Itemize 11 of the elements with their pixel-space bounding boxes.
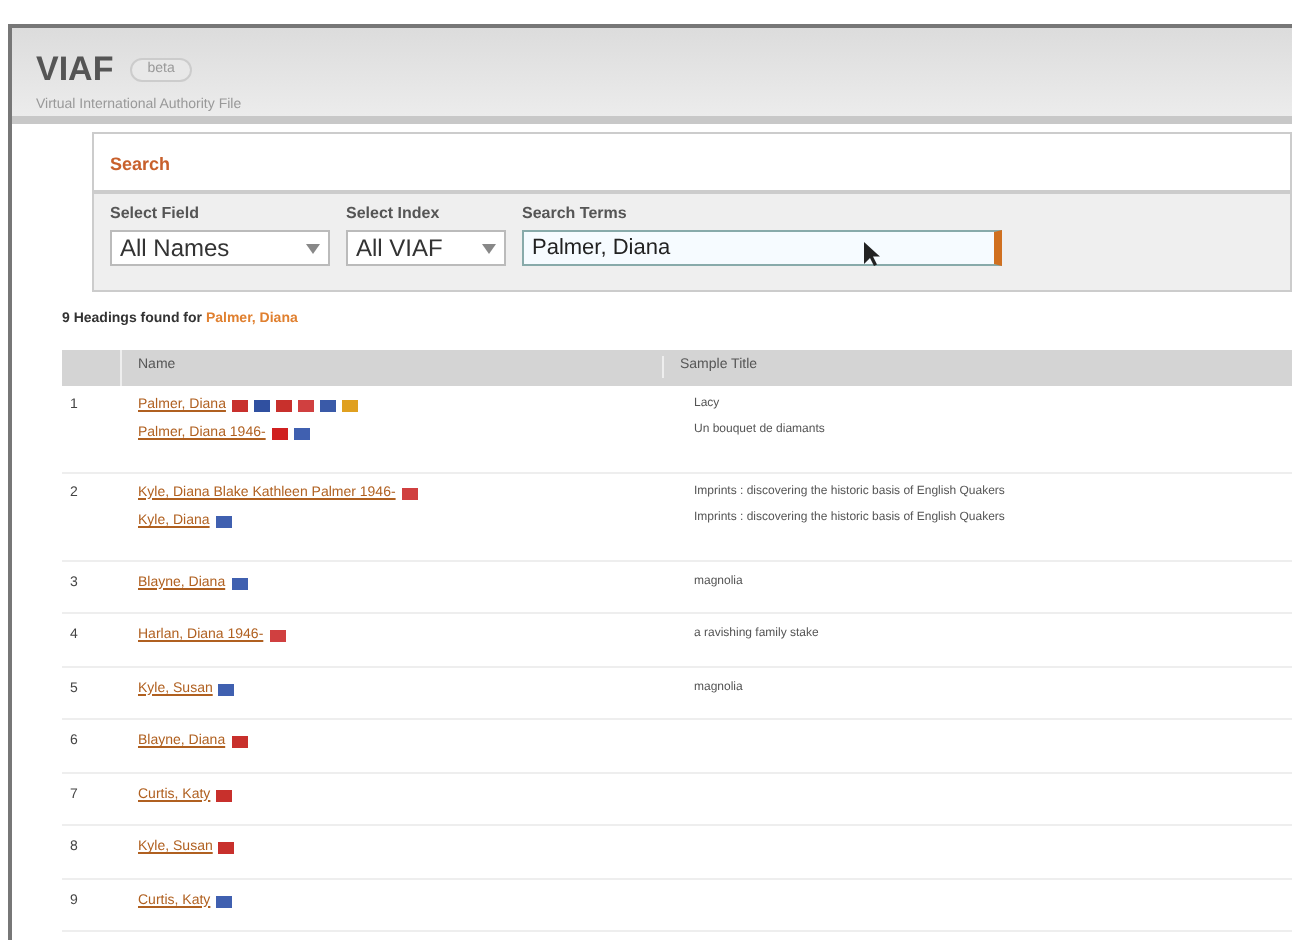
field-label: Select Index [346,202,442,226]
caret-icon [482,243,496,253]
cursor-icon [864,242,882,266]
caret-icon [306,243,320,253]
search-field[interactable]: Palmer, Diana [522,230,1002,266]
select-field[interactable]: All VIAF [346,230,506,266]
field-label: Select Field [110,202,201,226]
panel-title: Search [110,154,171,174]
site-title: VIAF [36,48,114,92]
field-label: Search Terms [522,202,629,226]
select-field[interactable]: All Names [110,230,330,266]
